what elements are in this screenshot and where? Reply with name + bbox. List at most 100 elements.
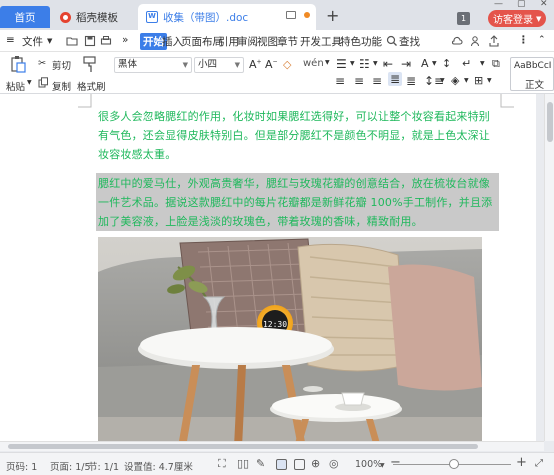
paragraph-2-selected[interactable]: 腮红中的爱马仕，外观高贵奢华，腮红与玫瑰花瓣的创意结合，放在梳妆台就像一件艺术品… xyxy=(98,174,498,231)
show-marks-icon[interactable]: ↵ xyxy=(462,57,471,70)
hamburger-icon[interactable]: ≡ xyxy=(6,34,15,46)
web-view-icon[interactable]: ⊕ xyxy=(311,457,320,470)
phonetic-guide-icon[interactable]: wén xyxy=(303,58,324,69)
format-painter-button[interactable]: 格式刷 xyxy=(77,79,106,93)
menu-review[interactable]: 审阅 xyxy=(237,34,258,49)
horizontal-scroll-thumb[interactable] xyxy=(8,444,478,449)
clock-time: 12:30 xyxy=(263,320,287,329)
save-icon[interactable] xyxy=(84,35,96,47)
style-sample: AaBbCcI xyxy=(514,61,552,71)
zoom-slider-thumb[interactable] xyxy=(449,459,460,469)
read-mode-icon[interactable]: ▯▯ xyxy=(237,457,249,470)
style-gallery-normal[interactable]: AaBbCcI 正文 xyxy=(510,57,554,91)
tab-docer-templates[interactable]: 稻壳模板 xyxy=(52,4,136,30)
tab-home[interactable]: 首页 xyxy=(0,6,50,28)
more-menus-button[interactable]: » xyxy=(122,34,128,46)
chevron-down-icon[interactable]: ▼ xyxy=(373,60,378,67)
tab-document[interactable]: W 收集（带图）.doc xyxy=(138,4,316,30)
scissors-icon[interactable]: ✂ xyxy=(38,58,46,69)
bullet-list-icon[interactable]: ☰ xyxy=(336,57,347,71)
chinese-layout-icon[interactable]: A xyxy=(421,57,429,70)
menu-file[interactable]: 文件 xyxy=(22,34,43,49)
shading-icon[interactable]: ◈ xyxy=(451,74,459,87)
guest-login-button[interactable]: 访客登录 ▼ xyxy=(488,10,547,27)
chevron-down-icon[interactable]: ▼ xyxy=(487,77,492,84)
chevron-down-icon[interactable]: ▼ xyxy=(432,60,437,67)
align-left-icon[interactable]: ≡ xyxy=(335,74,345,88)
borders-icon[interactable]: ⊞ xyxy=(474,74,483,87)
copy-icon[interactable] xyxy=(38,77,49,88)
more-options-icon[interactable]: ⋮ xyxy=(518,34,529,46)
close-icon[interactable]: ✕ xyxy=(540,0,548,10)
zoom-level[interactable]: 100% xyxy=(355,459,382,470)
share-icon[interactable] xyxy=(488,35,500,47)
chevron-down-icon[interactable]: ▼ xyxy=(380,462,385,469)
menu-page-layout[interactable]: 页面布局 xyxy=(181,34,223,49)
pen-icon[interactable]: ✎ xyxy=(256,457,265,470)
font-size-select[interactable]: 小四 ▼ xyxy=(194,57,244,73)
sort-icon[interactable]: ↕ xyxy=(442,57,451,70)
collaborate-icon[interactable] xyxy=(470,35,482,47)
chevron-down-icon[interactable]: ▼ xyxy=(325,59,330,66)
increase-indent-icon[interactable]: ⇥ xyxy=(401,57,411,71)
cloud-icon[interactable] xyxy=(451,35,463,47)
font-name-select[interactable]: 黑体 ▼ xyxy=(114,57,192,73)
tab-count-badge[interactable]: 1 xyxy=(457,12,470,25)
menu-chapter[interactable]: 章节 xyxy=(277,34,298,49)
fullscreen-icon[interactable]: ⛶ xyxy=(218,457,226,471)
print-icon[interactable] xyxy=(100,35,112,47)
zoom-in-button[interactable]: + xyxy=(516,455,527,470)
grow-font-icon[interactable]: A+ xyxy=(249,58,262,71)
chevron-down-icon[interactable]: ▼ xyxy=(27,79,32,86)
search-button[interactable]: 查找 xyxy=(399,34,420,49)
vertical-scrollbar[interactable] xyxy=(544,94,554,441)
window-mode-icon[interactable] xyxy=(286,11,296,19)
shrink-font-icon[interactable]: A− xyxy=(265,58,278,71)
text-box-icon[interactable]: ⧉ xyxy=(492,57,500,71)
embedded-photo[interactable]: 12:30 xyxy=(98,237,482,441)
chevron-up-icon[interactable]: ⌃ xyxy=(538,35,546,45)
tab-document-label: 收集（带图）.doc xyxy=(163,11,249,24)
align-center-icon[interactable]: ≡ xyxy=(354,74,364,88)
chevron-down-icon[interactable]: ▼ xyxy=(47,37,52,45)
paste-icon[interactable] xyxy=(9,55,27,73)
new-tab-button[interactable]: + xyxy=(326,6,339,25)
distribute-icon[interactable]: ≣ xyxy=(406,74,416,88)
menu-view[interactable]: 视图 xyxy=(257,34,278,49)
font-name-value: 黑体 xyxy=(118,59,138,70)
menu-special-features[interactable]: 特色功能 xyxy=(340,34,382,49)
zoom-out-button[interactable]: − xyxy=(390,455,401,470)
outline-view-icon[interactable] xyxy=(294,459,305,470)
search-icon[interactable] xyxy=(386,35,398,47)
horizontal-scrollbar[interactable] xyxy=(0,441,544,451)
setting-value[interactable]: 设置值: 4.7厘米 xyxy=(124,459,193,473)
page-number[interactable]: 页码: 1 xyxy=(6,459,37,473)
chevron-down-icon[interactable]: ▼ xyxy=(464,77,469,84)
justify-icon[interactable]: ≣ xyxy=(388,72,403,86)
open-folder-icon[interactable] xyxy=(66,35,78,47)
fit-window-icon[interactable]: ⤢ xyxy=(535,458,543,469)
copy-button[interactable]: 复制 xyxy=(52,79,71,93)
chevron-down-icon[interactable]: ▼ xyxy=(480,60,485,67)
document-page[interactable]: 很多人会忽略腮红的作用，化妆时如果腮红选得好，可以让整个妆容看起来特别有气色，还… xyxy=(0,94,536,441)
paste-button[interactable]: 粘贴 xyxy=(6,79,25,93)
minimize-icon[interactable]: — xyxy=(494,0,503,10)
menu-insert[interactable]: 插入 xyxy=(162,34,183,49)
section-info[interactable]: 节: 1/1 xyxy=(88,459,119,473)
eye-protection-icon[interactable]: ◎ xyxy=(329,457,339,470)
cut-button[interactable]: 剪切 xyxy=(52,58,71,72)
restore-icon[interactable]: ▢ xyxy=(517,0,526,10)
vertical-scroll-thumb[interactable] xyxy=(547,102,553,142)
numbered-list-icon[interactable]: ☷ xyxy=(359,57,370,71)
menu-references[interactable]: 引用 xyxy=(218,34,239,49)
paragraph-1[interactable]: 很多人会忽略腮红的作用，化妆时如果腮红选得好，可以让整个妆容看起来特别有气色，还… xyxy=(98,107,498,164)
align-right-icon[interactable]: ≡ xyxy=(372,74,382,88)
decrease-indent-icon[interactable]: ⇤ xyxy=(383,57,393,71)
page-view-icon[interactable] xyxy=(276,459,287,470)
clear-format-icon[interactable]: ◇ xyxy=(283,58,291,71)
format-painter-icon[interactable] xyxy=(81,55,99,73)
menu-developer-tools[interactable]: 开发工具 xyxy=(300,34,342,49)
chevron-down-icon[interactable]: ▼ xyxy=(350,60,355,67)
chevron-down-icon[interactable]: ▼ xyxy=(440,77,445,84)
page-count[interactable]: 页面: 1/5 xyxy=(50,459,91,473)
